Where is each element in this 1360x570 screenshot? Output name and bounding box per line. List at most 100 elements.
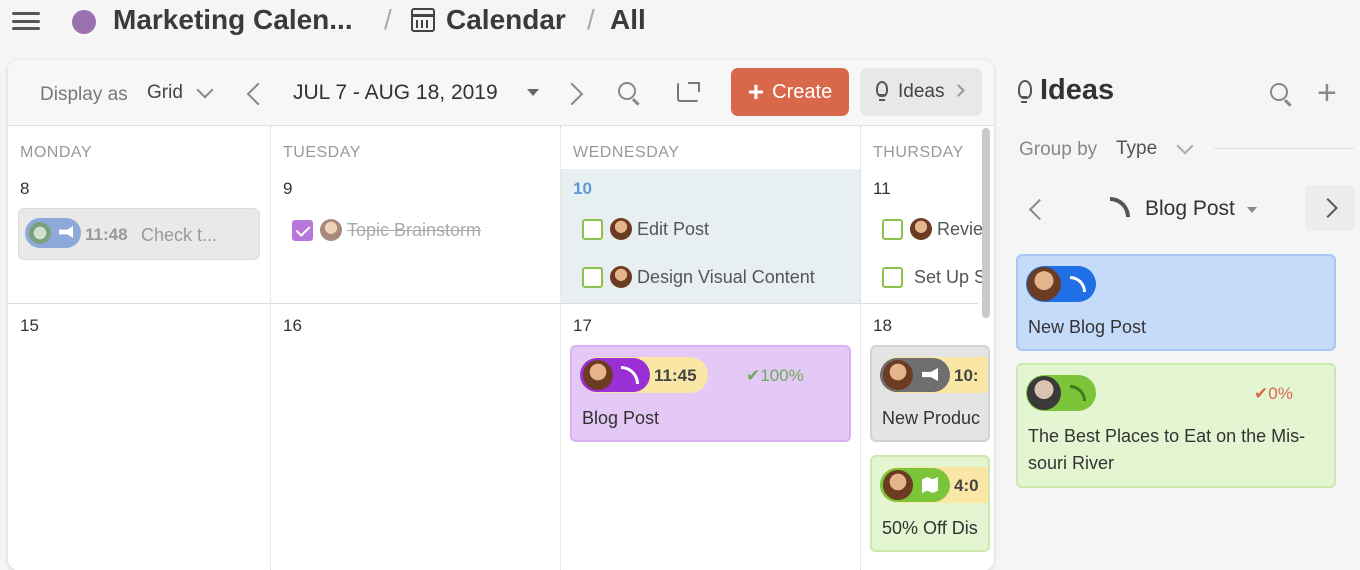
avatar xyxy=(881,358,915,392)
breadcrumb-project[interactable]: Marketing Calen... xyxy=(113,4,353,36)
avatar xyxy=(610,218,632,240)
event-time: 11:45 xyxy=(654,366,697,385)
progress-value: 100% xyxy=(760,366,804,385)
event-card-blog-post[interactable]: 11:45 ✔100% Blog Post xyxy=(570,345,851,442)
event-title: New Produc xyxy=(882,408,981,428)
create-button[interactable]: + Create xyxy=(731,68,849,116)
plus-icon: + xyxy=(747,76,765,107)
next-range-icon[interactable] xyxy=(560,82,584,106)
avatar xyxy=(320,219,342,241)
idea-card[interactable]: ✔0% The Best Places to Eat on the Mis- s… xyxy=(1016,363,1336,488)
ideas-title: Ideas xyxy=(1040,74,1115,106)
search-icon[interactable] xyxy=(618,82,636,100)
display-as-label: Display as xyxy=(40,84,128,105)
task-title[interactable]: Topic Brainstorm xyxy=(347,220,481,241)
idea-title-line1: The Best Places to Eat on the Mis- xyxy=(1028,426,1306,446)
task-checkbox[interactable] xyxy=(882,219,903,240)
event-image-thumbnail xyxy=(29,222,51,244)
day-header-monday: MONDAY xyxy=(20,144,93,161)
avatar xyxy=(1027,376,1061,410)
task-title[interactable]: Design Visual Content xyxy=(637,267,815,288)
column-divider xyxy=(860,126,861,570)
event-card[interactable]: 11:48 Check t... xyxy=(18,208,260,260)
rss-icon xyxy=(1110,197,1130,217)
chevron-down-icon[interactable] xyxy=(1176,137,1194,155)
day-number[interactable]: 8 xyxy=(20,179,29,199)
ideas-toggle-label: Ideas xyxy=(898,81,945,102)
caret-down-icon[interactable] xyxy=(527,89,539,96)
caret-down-icon[interactable] xyxy=(1247,207,1257,213)
type-filter-select[interactable]: Blog Post xyxy=(1145,197,1235,221)
chevron-right-icon xyxy=(952,84,965,97)
day-header-tuesday: TUESDAY xyxy=(283,144,361,161)
event-title: Blog Post xyxy=(582,408,660,428)
task-checkbox[interactable] xyxy=(582,219,603,240)
group-by-select[interactable]: Type xyxy=(1116,138,1157,160)
day-header-thursday: THURSDAY xyxy=(873,144,964,161)
top-bar: Marketing Calen... / Calendar / All xyxy=(0,0,1360,44)
menu-icon[interactable] xyxy=(12,10,40,32)
create-label: Create xyxy=(772,80,833,103)
task-title[interactable]: Set Up S xyxy=(914,267,986,288)
group-by-label: Group by xyxy=(1019,139,1098,160)
task-checkbox[interactable] xyxy=(582,267,603,288)
idea-progress: ✔0% xyxy=(1254,384,1293,403)
event-card-sale[interactable]: 4:0 50% Off Dis xyxy=(870,455,990,552)
task-checkbox[interactable] xyxy=(292,220,313,241)
task-title[interactable]: Edit Post xyxy=(637,219,709,240)
event-time: 10: xyxy=(954,366,979,385)
search-icon[interactable] xyxy=(1270,83,1288,101)
day-number[interactable]: 9 xyxy=(283,179,292,199)
task-title[interactable]: Revie xyxy=(937,219,983,240)
breadcrumb-separator: / xyxy=(384,4,392,35)
day-number-today[interactable]: 10 xyxy=(573,179,592,199)
breadcrumb-separator: / xyxy=(587,4,595,35)
calendar-panel: Display as Grid JUL 7 - AUG 18, 2019 + C… xyxy=(8,60,994,570)
megaphone-icon xyxy=(59,226,73,238)
event-progress: ✔100% xyxy=(746,366,804,385)
ideas-toggle-button[interactable]: Ideas xyxy=(860,68,982,116)
day-number[interactable]: 11 xyxy=(873,179,891,199)
event-title: 50% Off Dis xyxy=(882,518,978,538)
breadcrumb-view[interactable]: All xyxy=(610,4,646,36)
next-type-button[interactable] xyxy=(1305,185,1355,231)
ideas-sidebar: Ideas + Group by Type Blog Post New Blog… xyxy=(1004,60,1360,565)
calendar-scrollbar[interactable] xyxy=(982,128,990,318)
project-color-dot xyxy=(72,10,96,34)
map-icon xyxy=(922,477,938,493)
day-number[interactable]: 17 xyxy=(573,316,592,336)
idea-title-line2: souri River xyxy=(1028,453,1115,473)
add-idea-icon[interactable]: + xyxy=(1317,76,1337,110)
event-card-product[interactable]: 10: New Produc xyxy=(870,345,990,442)
progress-value: 0% xyxy=(1268,384,1293,403)
day-number[interactable]: 18 xyxy=(873,316,892,336)
prev-type-icon[interactable] xyxy=(1028,198,1051,221)
day-header-wednesday: WEDNESDAY xyxy=(573,144,680,161)
day-number[interactable]: 15 xyxy=(20,316,39,336)
column-divider xyxy=(560,126,561,570)
event-type-badge xyxy=(25,218,81,248)
divider xyxy=(1214,148,1354,149)
calendar-grid: MONDAY TUESDAY WEDNESDAY THURSDAY 8 9 10… xyxy=(8,126,990,570)
lightbulb-icon xyxy=(1018,80,1032,103)
avatar xyxy=(1027,267,1061,301)
event-title: Check t... xyxy=(141,225,218,245)
chevron-down-icon[interactable] xyxy=(196,81,214,99)
date-range-select[interactable]: JUL 7 - AUG 18, 2019 xyxy=(293,81,498,105)
task-checkbox[interactable] xyxy=(882,267,903,288)
idea-card[interactable]: New Blog Post xyxy=(1016,254,1336,351)
day-number[interactable]: 16 xyxy=(283,316,302,336)
lightbulb-icon xyxy=(876,81,888,101)
avatar xyxy=(881,468,915,502)
prev-range-icon[interactable] xyxy=(246,82,270,106)
event-time: 11:48 xyxy=(85,225,128,244)
calendar-icon xyxy=(411,8,435,32)
idea-title: New Blog Post xyxy=(1028,317,1147,337)
share-arrow-icon[interactable] xyxy=(688,82,700,92)
week-divider xyxy=(8,303,978,304)
display-as-select[interactable]: Grid xyxy=(147,82,183,104)
breadcrumb-section[interactable]: Calendar xyxy=(446,4,566,36)
column-divider xyxy=(270,126,271,570)
event-time: 4:0 xyxy=(954,476,979,495)
avatar xyxy=(910,218,932,240)
